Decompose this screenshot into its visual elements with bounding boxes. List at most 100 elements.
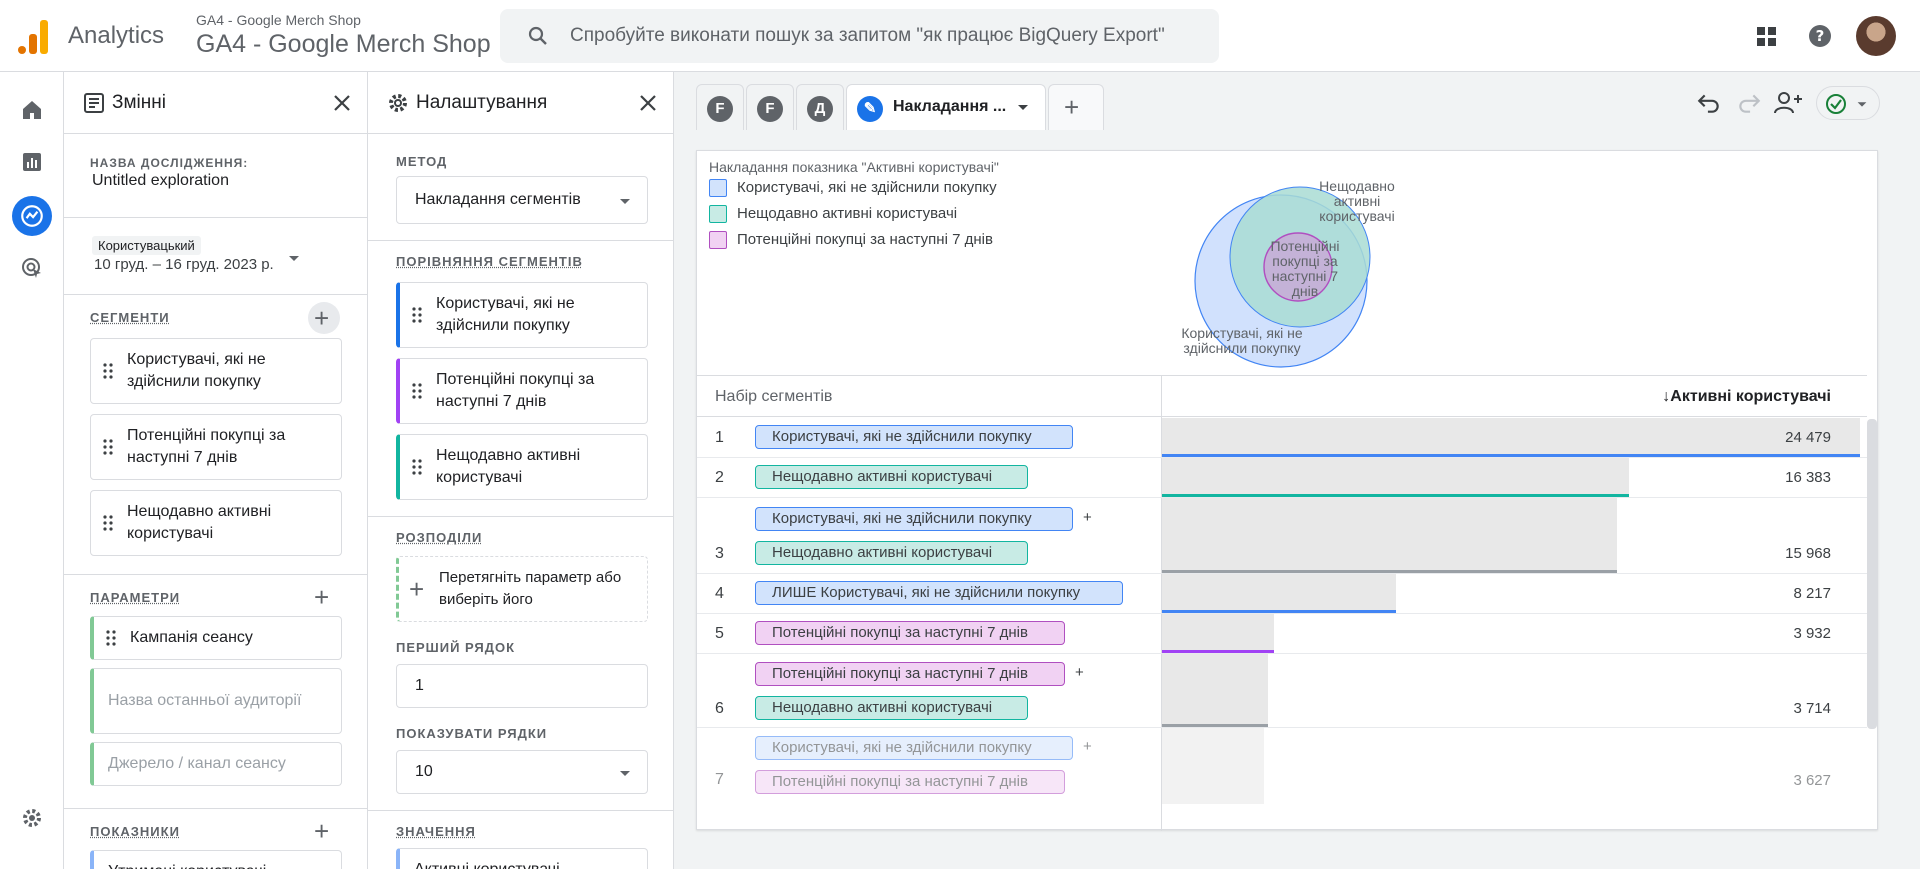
search-bar[interactable] bbox=[500, 9, 1219, 63]
comparison-segment-chip[interactable]: Потенційні покупці за наступні 7 днів bbox=[396, 358, 648, 424]
value-bar-line bbox=[1162, 610, 1396, 613]
segment-chip[interactable]: Потенційні покупці за наступні 7 днів bbox=[90, 414, 342, 480]
comparison-segment-chip[interactable]: Нещодавно активні користувачі bbox=[396, 434, 648, 500]
segment-pill[interactable]: Нещодавно активні користувачі bbox=[755, 541, 1028, 565]
column-header-active-users[interactable]: ↓Активні користувачі bbox=[1662, 388, 1831, 406]
table-row[interactable]: 7 Користувачі, які не здійснили покупку … bbox=[697, 728, 1867, 804]
parameter-chip-label: Джерело / канал сеансу bbox=[108, 755, 286, 772]
table-row[interactable]: 5 Потенційні покупці за наступні 7 днів … bbox=[697, 614, 1867, 654]
parameter-chip[interactable]: Кампанія сеансу bbox=[90, 616, 342, 660]
segment-pill[interactable]: Користувачі, які не здійснили покупку bbox=[755, 425, 1073, 449]
segment-pill[interactable]: Потенційні покупці за наступні 7 днів bbox=[755, 621, 1065, 645]
column-header-segment-set: Набір сегментів bbox=[715, 388, 833, 405]
tab-segment-overlap[interactable]: ✎ Накладання ... bbox=[846, 84, 1046, 130]
table-row[interactable]: 2 Нещодавно активні користувачі 16 383 bbox=[697, 458, 1867, 498]
add-tab-button[interactable]: + bbox=[1048, 84, 1104, 130]
first-row-input[interactable]: 1 bbox=[396, 664, 648, 708]
drag-handle-icon[interactable] bbox=[106, 630, 116, 646]
home-icon[interactable] bbox=[14, 92, 50, 128]
table-row[interactable]: 3 Користувачі, які не здійснили покупку … bbox=[697, 498, 1867, 574]
add-metric-button[interactable]: + bbox=[314, 818, 329, 844]
comparison-segment-chip[interactable]: Користувачі, які не здійснили покупку bbox=[396, 282, 648, 348]
drag-handle-icon[interactable] bbox=[412, 459, 422, 475]
date-range[interactable]: 10 груд. – 16 груд. 2023 р. bbox=[94, 256, 274, 273]
left-nav-rail bbox=[0, 72, 64, 869]
help-icon[interactable]: ? bbox=[1802, 18, 1838, 54]
parameter-chip[interactable]: Назва останньої аудиторії bbox=[90, 668, 342, 734]
property-account[interactable]: GA4 - Google Merch Shop bbox=[196, 12, 361, 28]
settings-gear-icon bbox=[389, 94, 407, 112]
apps-grid-icon[interactable] bbox=[1748, 18, 1784, 54]
check-circle-icon bbox=[1826, 94, 1846, 114]
drag-handle-icon[interactable] bbox=[103, 515, 113, 531]
legend-item[interactable]: Користувачі, які не здійснили покупку bbox=[709, 179, 997, 198]
chevron-down-icon bbox=[620, 771, 630, 776]
advertising-icon[interactable] bbox=[14, 250, 50, 286]
table-header: Набір сегментів ↓Активні користувачі bbox=[697, 375, 1867, 417]
drag-handle-icon[interactable] bbox=[412, 307, 422, 323]
legend-swatch bbox=[709, 179, 727, 198]
save-status-button[interactable] bbox=[1816, 86, 1880, 120]
segment-pill[interactable]: Потенційні покупці за наступні 7 днів bbox=[755, 770, 1065, 794]
explore-icon[interactable] bbox=[12, 196, 52, 236]
parameter-chip[interactable]: Джерело / канал сеансу bbox=[90, 742, 342, 786]
tab-path[interactable]: Д bbox=[796, 84, 844, 130]
tab-freeform-1[interactable]: F bbox=[696, 84, 744, 130]
segment-pill[interactable]: Нещодавно активні користувачі bbox=[755, 465, 1028, 489]
segment-chip[interactable]: Нещодавно активні користувачі bbox=[90, 490, 342, 556]
close-icon[interactable] bbox=[331, 92, 353, 114]
drag-handle-icon[interactable] bbox=[103, 363, 113, 379]
redo-icon[interactable] bbox=[1736, 90, 1762, 116]
table-row[interactable]: 4 ЛИШЕ Користувачі, які не здійснили пок… bbox=[697, 574, 1867, 614]
segment-pill[interactable]: Користувачі, які не здійснили покупку bbox=[755, 507, 1073, 531]
add-parameter-button[interactable]: + bbox=[314, 584, 329, 610]
search-input[interactable] bbox=[570, 21, 1190, 51]
values-chip[interactable]: Активні користувачі bbox=[396, 848, 648, 869]
table-scrollbar[interactable] bbox=[1867, 419, 1877, 729]
undo-icon[interactable] bbox=[1696, 90, 1722, 116]
value-bar-line bbox=[1162, 650, 1274, 653]
drag-handle-icon[interactable] bbox=[103, 439, 113, 455]
analytics-logo-icon[interactable] bbox=[18, 20, 48, 54]
admin-gear-icon[interactable] bbox=[14, 800, 50, 836]
settings-title: Налаштування bbox=[416, 92, 548, 113]
breakdown-drop-target[interactable]: + Перетягніть параметр або виберіть його bbox=[396, 556, 648, 622]
property-selector[interactable]: GA4 - Google Merch Shop bbox=[196, 30, 491, 59]
chevron-down-icon[interactable] bbox=[1015, 99, 1031, 115]
value-bar bbox=[1162, 728, 1264, 804]
segment-chip-label: Нещодавно активні користувачі bbox=[127, 503, 272, 542]
breakdown-drop-text: Перетягніть параметр або виберіть його bbox=[439, 569, 622, 608]
share-user-icon[interactable] bbox=[1774, 89, 1804, 117]
metric-chip[interactable]: Утримані користувачі bbox=[90, 850, 342, 869]
add-segment-button[interactable]: + bbox=[308, 302, 340, 334]
drag-handle-icon[interactable] bbox=[412, 383, 422, 399]
show-rows-select[interactable]: 10 bbox=[396, 750, 648, 794]
row-number: 3 bbox=[715, 545, 724, 562]
tab-freeform-2-letter: F bbox=[757, 96, 783, 122]
table-row[interactable]: 6 Потенційні покупці за наступні 7 днів … bbox=[697, 654, 1867, 728]
reports-icon[interactable] bbox=[14, 144, 50, 180]
legend-item[interactable]: Нещодавно активні користувачі bbox=[709, 205, 958, 224]
legend-swatch bbox=[709, 231, 727, 250]
pencil-icon: ✎ bbox=[857, 96, 883, 122]
exploration-name-label: НАЗВА ДОСЛІДЖЕННЯ: bbox=[90, 156, 249, 170]
legend-item[interactable]: Потенційні покупці за наступні 7 днів bbox=[709, 231, 993, 250]
close-icon[interactable] bbox=[637, 92, 659, 114]
method-select[interactable]: Накладання сегментів bbox=[396, 176, 648, 224]
table-row[interactable]: 1 Користувачі, які не здійснили покупку … bbox=[697, 418, 1867, 458]
method-label: МЕТОД bbox=[396, 154, 448, 169]
legend-label: Нещодавно активні користувачі bbox=[737, 205, 958, 222]
segment-pill[interactable]: Нещодавно активні користувачі bbox=[755, 696, 1028, 720]
segment-pill[interactable]: ЛИШЕ Користувачі, які не здійснили покуп… bbox=[755, 581, 1123, 605]
variables-header: Змінні bbox=[64, 72, 367, 134]
comparison-segment-label: Користувачі, які не здійснили покупку bbox=[436, 295, 575, 334]
avatar[interactable] bbox=[1856, 16, 1896, 56]
show-rows-label: ПОКАЗУВАТИ РЯДКИ bbox=[396, 726, 548, 741]
exploration-name-input[interactable]: Untitled exploration bbox=[92, 172, 229, 190]
values-chip-label: Активні користувачі bbox=[414, 859, 637, 869]
chevron-down-icon[interactable] bbox=[286, 250, 302, 266]
tab-freeform-2[interactable]: F bbox=[746, 84, 794, 130]
segment-chip[interactable]: Користувачі, які не здійснили покупку bbox=[90, 338, 342, 404]
segment-pill[interactable]: Користувачі, які не здійснили покупку bbox=[755, 736, 1073, 760]
segment-pill[interactable]: Потенційні покупці за наступні 7 днів bbox=[755, 662, 1065, 686]
